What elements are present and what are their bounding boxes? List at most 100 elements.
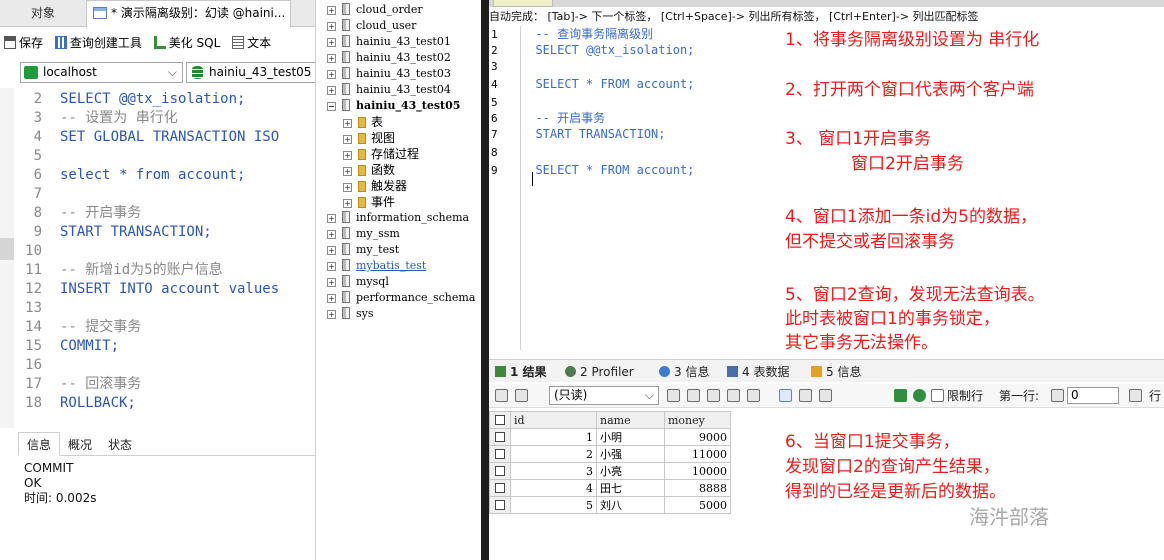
tree-database-item[interactable]: + hainiu_43_test02 <box>327 50 451 66</box>
tab-profiler[interactable]: 2 Profiler <box>565 362 634 382</box>
tree-database-item[interactable]: + hainiu_43_test01 <box>327 34 451 50</box>
cell-money[interactable]: 11000 <box>664 445 731 463</box>
tree-database-item[interactable]: + performance_schema <box>327 290 475 306</box>
cell-id[interactable]: 2 <box>510 445 597 463</box>
cell-money[interactable]: 9000 <box>664 428 731 446</box>
column-header-name[interactable]: name <box>596 411 665 429</box>
table-row[interactable]: 1 小明 9000 <box>489 428 731 446</box>
query-builder-button[interactable]: 查询创建工具 <box>54 30 142 56</box>
form-mode-icon[interactable] <box>799 389 812 402</box>
tree-database-item[interactable]: + cloud_user <box>327 18 416 34</box>
reset-filter-icon[interactable] <box>913 389 926 402</box>
sql-editor[interactable]: 2 SELECT @@tx_isolation; 3 -- 设置为 串行化 4 SET G… <box>20 90 315 420</box>
expand-icon[interactable]: + <box>327 86 336 95</box>
expand-icon[interactable]: + <box>327 278 336 287</box>
database-select[interactable]: hainiu_43_test05 <box>186 62 315 83</box>
tree-folder-item[interactable]: + 函数 <box>343 162 395 178</box>
cell-name[interactable]: 小明 <box>596 428 665 446</box>
expand-icon[interactable]: + <box>327 54 336 63</box>
save-button[interactable]: 保存 <box>4 30 43 56</box>
delete-row-icon[interactable] <box>727 389 740 402</box>
cell-money[interactable]: 8888 <box>664 479 731 497</box>
text-mode-icon[interactable] <box>819 389 832 402</box>
tab-table-data[interactable]: 4 表数据 <box>727 362 789 382</box>
refresh-icon[interactable] <box>747 389 760 402</box>
tab-info-2[interactable]: 5 信息 <box>811 362 861 382</box>
filter-icon[interactable] <box>894 389 907 402</box>
beautify-sql-button[interactable]: 美化 SQL <box>153 30 220 56</box>
table-row[interactable]: 5 刘八 5000 <box>489 496 731 514</box>
tree-database-item[interactable]: + my_test <box>327 242 399 258</box>
next-page-icon[interactable] <box>1129 389 1142 402</box>
expand-icon[interactable]: + <box>327 310 336 319</box>
row-checkbox[interactable] <box>489 428 511 446</box>
collapse-icon[interactable]: − <box>327 102 336 111</box>
expand-icon[interactable]: + <box>327 22 336 31</box>
text-button[interactable]: 文本 <box>232 30 271 56</box>
cell-name[interactable]: 田七 <box>596 479 665 497</box>
expand-icon[interactable]: + <box>327 38 336 47</box>
cell-id[interactable]: 5 <box>510 496 597 514</box>
tree-folder-item[interactable]: + 表 <box>343 114 383 130</box>
tree-database-item[interactable]: + hainiu_43_test04 <box>327 82 451 98</box>
expand-icon[interactable]: + <box>343 183 352 192</box>
tree-folder-item[interactable]: + 事件 <box>343 194 395 210</box>
readonly-select[interactable]: (只读) ⌵ <box>549 386 659 405</box>
tab-overview[interactable]: 概况 <box>60 433 100 457</box>
tree-database-item[interactable]: − hainiu_43_test05 <box>327 98 460 114</box>
tab-info[interactable]: 信息 <box>18 432 61 456</box>
expand-icon[interactable]: + <box>327 70 336 79</box>
tab-query[interactable]: * 演示隔离级别：幻读 @haini... <box>86 0 291 27</box>
grid-view-icon[interactable] <box>495 389 508 402</box>
tree-database-item[interactable]: + sys <box>327 306 374 322</box>
cell-name[interactable]: 小强 <box>596 445 665 463</box>
cell-id[interactable]: 1 <box>510 428 597 446</box>
table-row[interactable]: 3 小亮 10000 <box>489 462 731 480</box>
row-checkbox[interactable] <box>489 462 511 480</box>
expand-icon[interactable]: + <box>343 119 352 128</box>
table-row[interactable]: 4 田七 8888 <box>489 479 731 497</box>
tab-objects[interactable]: 对象 <box>0 0 86 27</box>
result-grid[interactable]: id name money 1 小明 9000 2 小强 11000 3 小亮 10000 4 田七… <box>489 411 731 514</box>
tree-database-item[interactable]: + cloud_order <box>327 2 423 18</box>
tree-database-item[interactable]: + mybatis_test <box>327 258 426 274</box>
query-tab[interactable] <box>493 0 553 7</box>
column-header-id[interactable]: id <box>510 411 597 429</box>
cell-id[interactable]: 3 <box>510 462 597 480</box>
row-checkbox[interactable] <box>489 445 511 463</box>
expand-icon[interactable]: + <box>343 135 352 144</box>
select-all-checkbox[interactable] <box>489 411 511 429</box>
expand-icon[interactable]: + <box>343 151 352 160</box>
expand-icon[interactable]: + <box>327 230 336 239</box>
tree-database-item[interactable]: + mysql <box>327 274 389 290</box>
save-row-icon[interactable] <box>707 389 720 402</box>
tab-status[interactable]: 状态 <box>100 433 140 457</box>
expand-icon[interactable]: + <box>327 6 336 15</box>
expand-icon[interactable]: + <box>343 199 352 208</box>
prev-page-icon[interactable] <box>1051 389 1064 402</box>
first-row-input[interactable]: 0 <box>1067 387 1119 404</box>
insert-row-icon[interactable] <box>667 389 680 402</box>
expand-icon[interactable]: + <box>327 294 336 303</box>
expand-icon[interactable]: + <box>327 246 336 255</box>
cell-id[interactable]: 4 <box>510 479 597 497</box>
limit-rows-checkbox[interactable] <box>931 389 944 402</box>
grid-mode-icon[interactable] <box>779 389 792 402</box>
row-checkbox[interactable] <box>489 496 511 514</box>
expand-icon[interactable]: + <box>327 214 336 223</box>
tree-folder-item[interactable]: + 存储过程 <box>343 146 419 162</box>
cell-name[interactable]: 小亮 <box>596 462 665 480</box>
column-header-money[interactable]: money <box>664 411 731 429</box>
expand-icon[interactable]: + <box>327 262 336 271</box>
expand-icon[interactable]: + <box>343 167 352 176</box>
tab-messages[interactable]: 3 信息 <box>659 362 709 382</box>
tree-folder-item[interactable]: + 触发器 <box>343 178 407 194</box>
cell-money[interactable]: 10000 <box>664 462 731 480</box>
host-select[interactable]: localhost ⌵ <box>20 62 183 83</box>
row-checkbox[interactable] <box>489 479 511 497</box>
tree-database-item[interactable]: + information_schema <box>327 210 469 226</box>
cell-name[interactable]: 刘八 <box>596 496 665 514</box>
duplicate-row-icon[interactable] <box>687 389 700 402</box>
tree-folder-item[interactable]: + 视图 <box>343 130 395 146</box>
table-row[interactable]: 2 小强 11000 <box>489 445 731 463</box>
